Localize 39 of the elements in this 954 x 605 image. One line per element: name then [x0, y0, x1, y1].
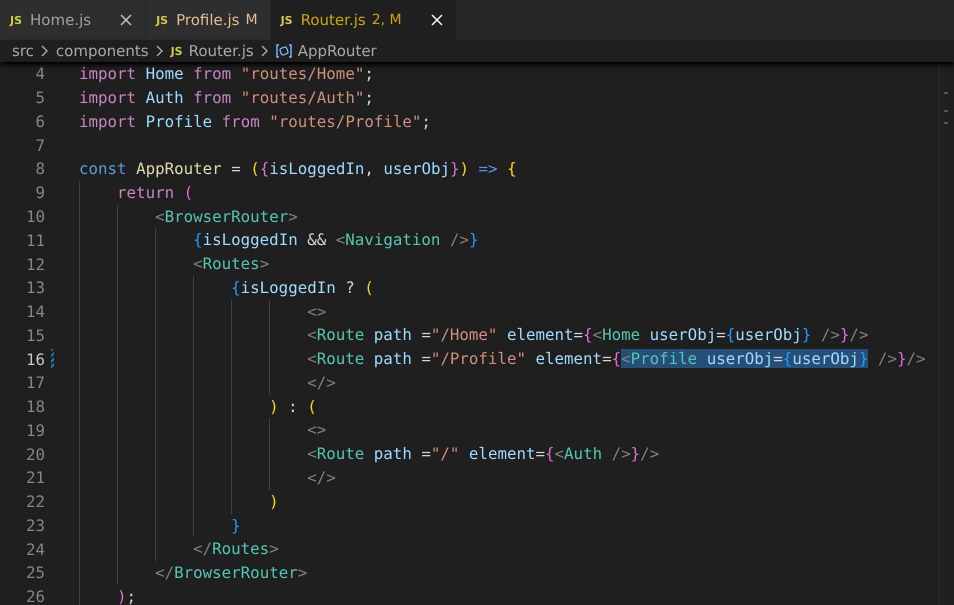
- line-number: 16: [0, 349, 54, 370]
- close-icon[interactable]: [119, 13, 134, 27]
- code-line: </BrowserRouter>: [155, 562, 308, 584]
- code-line: {isLoggedIn ? (: [231, 276, 374, 299]
- breadcrumb-item[interactable]: AppRouter: [298, 42, 377, 60]
- breadcrumb-item[interactable]: components: [56, 42, 149, 60]
- code-line: <>: [307, 419, 326, 442]
- code-line: <Route path ="/" element={<Auth />}/>: [307, 443, 660, 466]
- code-line: import Profile from "routes/Profile";: [79, 110, 431, 133]
- chevron-icon: [40, 45, 50, 57]
- code-line: <Route path ="/Home" element={<Home userObj={userObj} />}/>: [307, 324, 868, 346]
- editor-tab[interactable]: JS Router.js 2, M: [270, 0, 457, 40]
- code-line: </>: [307, 372, 336, 394]
- breadcrumb-item[interactable]: src: [12, 42, 34, 60]
- code-line: );: [117, 586, 136, 605]
- code-line: const AppRouter = ({isLoggedIn, userObj}) => {: [79, 158, 517, 180]
- js-file-icon: JS: [156, 14, 168, 26]
- js-file-icon: JS: [280, 14, 293, 26]
- code-line: import Home from "routes/Home";: [79, 63, 374, 85]
- code-line: ): [269, 490, 279, 513]
- symbol-icon: [276, 44, 292, 58]
- code-line: <>: [307, 300, 326, 323]
- chevron-icon: [154, 45, 165, 57]
- code-line: {isLoggedIn && <Navigation />}: [193, 229, 478, 252]
- code-line: <Route path ="/Profile" element={<Profile userObj={userObj} />}/>: [307, 348, 926, 370]
- chevron-icon: [260, 45, 270, 57]
- code-line: return (: [117, 182, 194, 204]
- code-line: ) : (: [269, 396, 317, 418]
- code-line: </>: [307, 467, 336, 490]
- editor-tab[interactable]: JS Home.js: [0, 0, 146, 40]
- code-line: }: [231, 514, 241, 537]
- code-line: <BrowserRouter>: [155, 206, 298, 228]
- code-line: </Routes>: [193, 538, 279, 560]
- code-line: <Routes>: [193, 253, 270, 276]
- editor-tab[interactable]: JS Profile.js M: [146, 0, 271, 40]
- breadcrumb-item[interactable]: Router.js: [188, 42, 254, 60]
- code-line: import Auth from "routes/Auth";: [79, 86, 374, 109]
- js-file-icon: JS: [170, 44, 183, 58]
- js-file-icon: JS: [10, 14, 22, 26]
